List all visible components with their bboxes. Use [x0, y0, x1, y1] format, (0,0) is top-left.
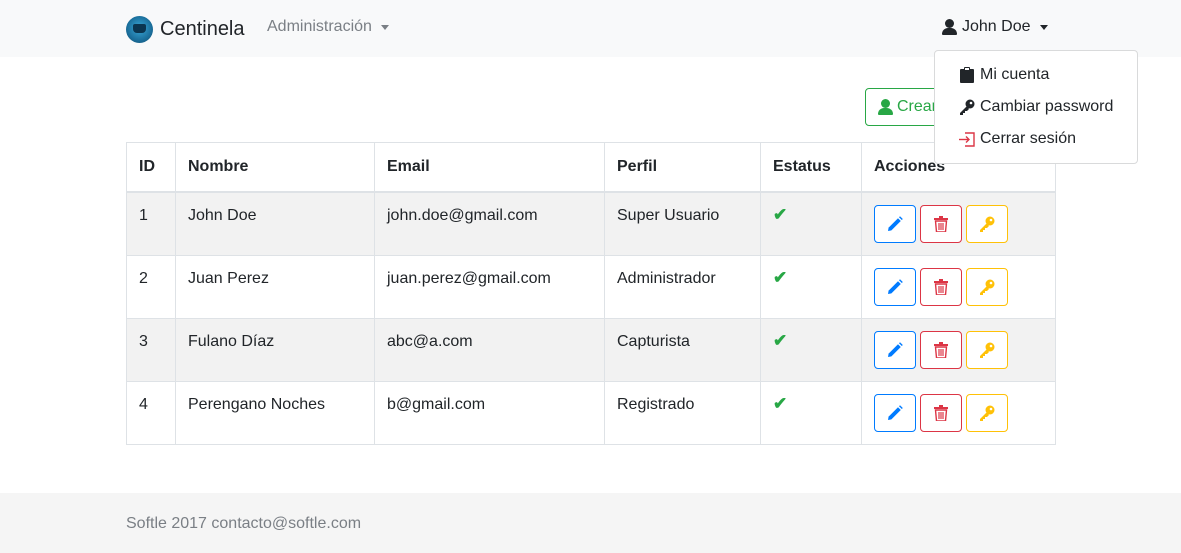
clipboard-icon — [959, 67, 975, 83]
cell-email: juan.perez@gmail.com — [374, 254, 605, 319]
pencil-icon — [888, 341, 903, 357]
check-icon: ✔ — [773, 330, 788, 350]
trash-icon — [934, 341, 948, 358]
dropdown-item-cerrar-sesion[interactable]: Cerrar sesión — [935, 123, 1137, 155]
delete-button[interactable] — [920, 204, 962, 243]
table-row: 4 Perengano Noches b@gmail.com Registrad… — [126, 380, 1056, 445]
cell-nombre: Juan Perez — [175, 254, 375, 319]
navbar: Centinela Administración John Doe — [0, 0, 1181, 57]
brand[interactable]: Centinela — [126, 15, 245, 43]
trash-icon — [934, 215, 948, 232]
cell-estatus: ✔ — [760, 317, 862, 382]
cell-email: john.doe@gmail.com — [374, 191, 605, 256]
cell-id: 3 — [126, 317, 176, 382]
dropdown-item-label: Cambiar password — [980, 98, 1114, 115]
caret-down-icon — [380, 24, 389, 30]
pencil-icon — [888, 215, 903, 231]
cell-acciones — [861, 380, 1056, 445]
admin-menu-label: Administración — [267, 18, 372, 35]
header-estatus: Estatus — [760, 142, 862, 193]
cell-email: b@gmail.com — [374, 380, 605, 445]
table-row: 2 Juan Perez juan.perez@gmail.com Admini… — [126, 254, 1056, 319]
cell-estatus: ✔ — [760, 380, 862, 445]
edit-button[interactable] — [874, 330, 916, 369]
cell-nombre: Fulano Díaz — [175, 317, 375, 382]
table-row: 1 John Doe john.doe@gmail.com Super Usua… — [126, 191, 1056, 256]
header-id: ID — [126, 142, 176, 193]
key-icon — [980, 405, 995, 421]
dropdown-item-cambiar-password[interactable]: Cambiar password — [935, 91, 1137, 123]
header-nombre: Nombre — [175, 142, 375, 193]
cell-acciones — [861, 191, 1056, 256]
change-password-button[interactable] — [966, 393, 1008, 432]
footer-text: Softle 2017 contacto@softle.com — [126, 515, 362, 532]
table-header-row: ID Nombre Email Perfil Estatus Acciones — [126, 142, 1056, 193]
cell-id: 1 — [126, 191, 176, 256]
create-user-label: Crear — [897, 98, 938, 115]
user-add-icon — [878, 99, 893, 115]
key-icon — [980, 279, 995, 295]
header-email: Email — [374, 142, 605, 193]
check-icon: ✔ — [773, 267, 788, 287]
pencil-icon — [888, 278, 903, 294]
cell-id: 4 — [126, 380, 176, 445]
cell-nombre: John Doe — [175, 191, 375, 256]
dropdown-item-mi-cuenta[interactable]: Mi cuenta — [935, 59, 1137, 91]
check-icon: ✔ — [773, 393, 788, 413]
pencil-icon — [888, 404, 903, 420]
dropdown-item-label: Mi cuenta — [980, 66, 1050, 83]
delete-button[interactable] — [920, 267, 962, 306]
cell-perfil: Registrado — [604, 380, 761, 445]
dropdown-item-label: Cerrar sesión — [980, 130, 1077, 147]
user-dropdown-menu: Mi cuenta Cambiar password Cerrar sesión — [934, 50, 1138, 164]
change-password-button[interactable] — [966, 330, 1008, 369]
cell-acciones — [861, 254, 1056, 319]
centinela-logo-icon — [126, 15, 153, 43]
cell-perfil: Super Usuario — [604, 191, 761, 256]
caret-down-icon — [1039, 24, 1048, 30]
user-icon — [942, 19, 957, 35]
key-icon — [980, 216, 995, 232]
admin-menu[interactable]: Administración — [267, 18, 389, 36]
brand-name: Centinela — [160, 17, 245, 40]
cell-nombre: Perengano Noches — [175, 380, 375, 445]
delete-button[interactable] — [920, 330, 962, 369]
check-icon: ✔ — [773, 204, 788, 224]
cell-perfil: Administrador — [604, 254, 761, 319]
header-perfil: Perfil — [604, 142, 761, 193]
cell-id: 2 — [126, 254, 176, 319]
table-row: 3 Fulano Díaz abc@a.com Capturista ✔ — [126, 317, 1056, 382]
edit-button[interactable] — [874, 393, 916, 432]
trash-icon — [934, 278, 948, 295]
edit-button[interactable] — [874, 204, 916, 243]
delete-button[interactable] — [920, 393, 962, 432]
cell-perfil: Capturista — [604, 317, 761, 382]
users-table: ID Nombre Email Perfil Estatus Acciones … — [126, 142, 1056, 445]
sign-out-icon — [959, 131, 975, 147]
change-password-button[interactable] — [966, 204, 1008, 243]
key-icon — [980, 342, 995, 358]
footer: Softle 2017 contacto@softle.com — [0, 493, 1181, 553]
cell-email: abc@a.com — [374, 317, 605, 382]
cell-acciones — [861, 317, 1056, 382]
cell-estatus: ✔ — [760, 254, 862, 319]
cell-estatus: ✔ — [760, 191, 862, 256]
key-icon — [959, 99, 975, 115]
change-password-button[interactable] — [966, 267, 1008, 306]
user-menu-label: John Doe — [962, 18, 1031, 35]
trash-icon — [934, 404, 948, 421]
edit-button[interactable] — [874, 267, 916, 306]
user-menu[interactable]: John Doe — [942, 18, 1048, 36]
